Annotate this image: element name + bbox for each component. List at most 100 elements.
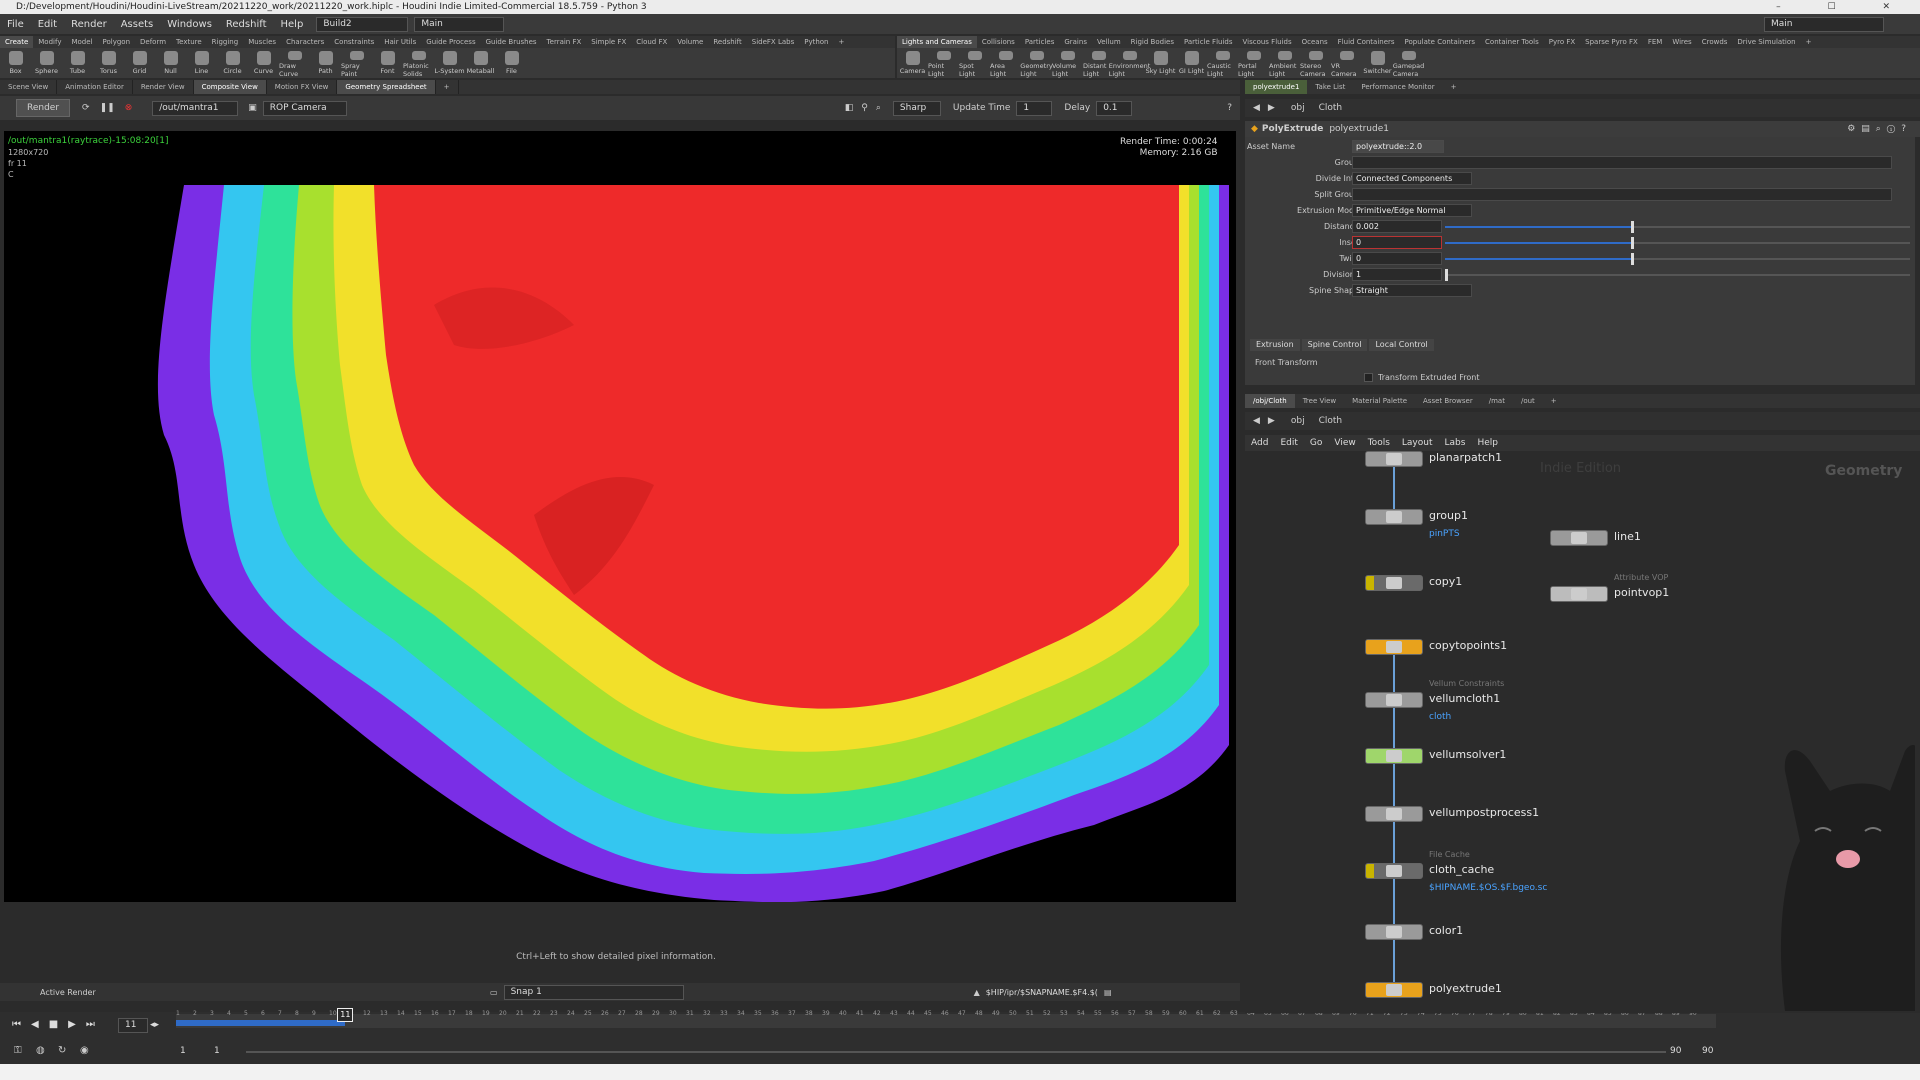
node-name[interactable]: copytopoints1: [1429, 639, 1507, 652]
node-flag[interactable]: [1366, 807, 1374, 821]
node-copytopoints1[interactable]: [1365, 639, 1423, 655]
shelf-tab-grains[interactable]: Grains: [1059, 36, 1092, 48]
close-button[interactable]: ✕: [1882, 2, 1912, 12]
tool-volume-light[interactable]: Volume Light: [1052, 48, 1083, 78]
network-tab-asset-browser[interactable]: Asset Browser: [1415, 394, 1481, 408]
node-group1[interactable]: [1365, 509, 1423, 525]
build-dropdown[interactable]: Build2: [316, 16, 409, 32]
network-editor[interactable]: Indie Edition Geometry planarpatch1 group…: [1245, 451, 1920, 1013]
snapshot-path[interactable]: $HIP/ipr/$SNAPNAME.$F4.$(: [986, 988, 1098, 997]
slider-knob[interactable]: [1631, 253, 1634, 265]
param-tab-performance-monitor[interactable]: Performance Monitor: [1353, 80, 1442, 94]
network-tab-mat[interactable]: /mat: [1481, 394, 1513, 408]
tool-metaball[interactable]: Metaball: [465, 48, 496, 78]
shelf-tab-container-tools[interactable]: Container Tools: [1480, 36, 1544, 48]
pane-tab-motion-fx-view[interactable]: Motion FX View: [267, 80, 338, 94]
back-icon[interactable]: ◀: [1253, 103, 1260, 113]
network-menu-view[interactable]: View: [1328, 438, 1361, 448]
shelf-tab-volume[interactable]: Volume: [672, 36, 708, 48]
tool-portal-light[interactable]: Portal Light: [1238, 48, 1269, 78]
tool-font[interactable]: Font: [372, 48, 403, 78]
shelf-tab-python[interactable]: Python: [799, 36, 833, 48]
save-icon[interactable]: ▲: [974, 988, 980, 997]
node-name[interactable]: polyextrude1: [1329, 124, 1389, 134]
menu-help[interactable]: Help: [274, 19, 311, 30]
shelf-tab-fluid-containers[interactable]: Fluid Containers: [1333, 36, 1400, 48]
folder-icon[interactable]: ▤: [1104, 988, 1112, 997]
tool-path[interactable]: Path: [310, 48, 341, 78]
shelf-tab-viscous-fluids[interactable]: Viscous Fluids: [1238, 36, 1297, 48]
network-tab-out[interactable]: /out: [1513, 394, 1543, 408]
help-icon[interactable]: ?: [1227, 103, 1232, 113]
param-field-split-group[interactable]: [1352, 188, 1892, 201]
node-color1[interactable]: [1365, 924, 1423, 940]
param-field-divisions[interactable]: 1: [1352, 268, 1442, 281]
param-slider-divisions[interactable]: [1445, 269, 1910, 281]
transform-extruded-front-checkbox[interactable]: [1364, 373, 1373, 382]
param-field-extrusion-mode[interactable]: Primitive/Edge Normal: [1352, 204, 1472, 217]
refresh-icon[interactable]: ⟳: [82, 103, 90, 113]
node-name[interactable]: color1: [1429, 924, 1463, 937]
render-button[interactable]: Render: [16, 99, 71, 117]
parameter-tools-icons[interactable]: ⚙▤⌕ⓘ?: [1847, 124, 1912, 134]
shelf-tab-guide-brushes[interactable]: Guide Brushes: [481, 36, 542, 48]
node-pointvop1[interactable]: [1550, 586, 1608, 602]
tool-box[interactable]: Box: [0, 48, 31, 78]
tool-torus[interactable]: Torus: [93, 48, 124, 78]
playback-start-field[interactable]: 1: [214, 1046, 220, 1056]
node-flag[interactable]: [1366, 576, 1374, 590]
tool-curve[interactable]: Curve: [248, 48, 279, 78]
pane-tab-render-view[interactable]: Render View: [133, 80, 194, 94]
minimize-button[interactable]: –: [1776, 2, 1803, 12]
tool-switcher[interactable]: Switcher: [1362, 48, 1393, 78]
current-frame-field[interactable]: 11: [118, 1018, 148, 1033]
tool-platonic-solids[interactable]: Platonic Solids: [403, 48, 434, 78]
node-vellumcloth1[interactable]: [1365, 692, 1423, 708]
pane-tab-animation-editor[interactable]: Animation Editor: [57, 80, 133, 94]
playback-end-field[interactable]: 90: [1670, 1046, 1681, 1056]
shelf-tab-terrain-fx[interactable]: Terrain FX: [542, 36, 587, 48]
menu-windows[interactable]: Windows: [160, 19, 219, 30]
net-forward-icon[interactable]: ▶: [1268, 416, 1275, 426]
node-flag[interactable]: [1366, 925, 1374, 939]
node-name[interactable]: group1: [1429, 509, 1468, 522]
param-field-distance[interactable]: 0.002: [1352, 220, 1442, 233]
step-icon[interactable]: ◂▸: [150, 1020, 159, 1030]
light-icon[interactable]: ⚲: [861, 103, 868, 113]
shelf-tab-characters[interactable]: Characters: [281, 36, 329, 48]
param-slider-twist[interactable]: [1445, 253, 1910, 265]
param-subtab-local-control[interactable]: Local Control: [1369, 339, 1434, 351]
playback-controls[interactable]: ⏮◀■▶⏭: [12, 1019, 105, 1030]
shelf-tab-rigging[interactable]: Rigging: [207, 36, 244, 48]
shelf-tab-crowds[interactable]: Crowds: [1697, 36, 1733, 48]
tool-environment-light[interactable]: Environment Light: [1109, 48, 1150, 78]
param-tab-take-list[interactable]: Take List: [1307, 80, 1353, 94]
shelf-tab-deform[interactable]: Deform: [135, 36, 171, 48]
param-subtab-spine-control[interactable]: Spine Control: [1301, 339, 1368, 351]
audio-icon[interactable]: ◍: [36, 1045, 45, 1056]
node-name[interactable]: line1: [1614, 530, 1641, 543]
tool-camera[interactable]: Camera: [897, 48, 928, 78]
network-menu-layout[interactable]: Layout: [1396, 438, 1439, 448]
tool-point-light[interactable]: Point Light: [928, 48, 959, 78]
shelf-tab-create[interactable]: Create: [0, 36, 34, 48]
pane-tab-composite-view[interactable]: Composite View: [193, 80, 267, 94]
tool-file[interactable]: File: [496, 48, 527, 78]
shelf-tab-wires[interactable]: Wires: [1667, 36, 1696, 48]
node-name[interactable]: cloth_cache: [1429, 863, 1494, 876]
network-menu-edit[interactable]: Edit: [1274, 438, 1303, 448]
output-driver-dropdown[interactable]: /out/mantra1: [152, 100, 239, 116]
menu-edit[interactable]: Edit: [31, 19, 64, 30]
node-copy1[interactable]: [1365, 575, 1423, 591]
menu-redshift[interactable]: Redshift: [219, 19, 274, 30]
node-name[interactable]: vellumcloth1: [1429, 692, 1500, 705]
active-render-dropdown[interactable]: Active Render: [40, 988, 120, 997]
shelf-tab-lights-and-cameras[interactable]: Lights and Cameras: [897, 36, 977, 48]
param-slider-inset[interactable]: [1445, 237, 1910, 249]
desktop-dropdown[interactable]: Main: [414, 16, 505, 32]
tool-gamepad-camera[interactable]: Gamepad Camera: [1393, 48, 1424, 78]
tool-circle[interactable]: Circle: [217, 48, 248, 78]
node-planarpatch1[interactable]: [1365, 451, 1423, 467]
tool-null[interactable]: Null: [155, 48, 186, 78]
node-name[interactable]: polyextrude1: [1429, 982, 1502, 995]
